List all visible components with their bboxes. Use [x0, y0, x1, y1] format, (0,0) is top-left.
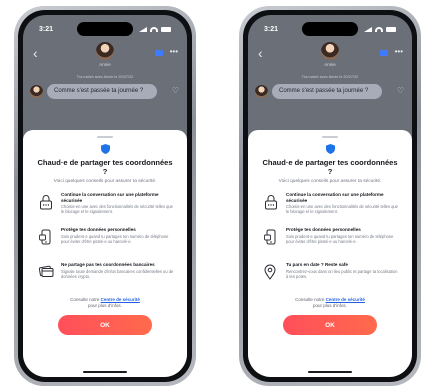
phone-screen: 3:21 ‹ Annie ••• Tra match avec Annie le… — [23, 15, 187, 377]
tip-description: Sois prudent·e quand tu partages ton num… — [286, 233, 394, 244]
wifi-icon — [375, 26, 383, 32]
phone-icon — [264, 229, 278, 250]
sheet-footer: Consulte notre Centre de sécurité pour p… — [35, 297, 175, 309]
phone-bezel: 3:21 ‹ Annie ••• Tra match avec Annie le… — [243, 10, 417, 382]
contact-avatar[interactable] — [321, 42, 339, 60]
sender-avatar — [30, 85, 43, 98]
video-call-icon[interactable] — [380, 50, 388, 56]
wifi-icon — [150, 26, 158, 32]
contact-name: Annie — [99, 62, 111, 67]
footer-suffix: pour plus d'infos. — [88, 303, 122, 308]
more-options-icon[interactable]: ••• — [170, 47, 178, 56]
tip-title: Continue la conversation sur une platefo… — [61, 192, 159, 203]
sheet-footer: Consulte notre Centre de sécurité pour p… — [260, 297, 400, 309]
chat-header: ‹ Annie ••• — [248, 39, 412, 73]
battery-icon — [161, 26, 171, 32]
video-call-icon[interactable] — [155, 50, 163, 56]
tips-list: Continue la conversation sur une platefo… — [260, 192, 400, 290]
sheet-subtitle: Voici quelques conseils pour assurer ta … — [278, 179, 382, 184]
safety-tips-sheet: Chaud·e de partager tes coordonnées ? Vo… — [23, 130, 187, 377]
chat-header: ‹ Annie ••• — [23, 39, 187, 73]
phone-mockup: 3:21 ‹ Annie ••• Tra match avec Annie le… — [239, 6, 421, 386]
sheet-handle[interactable] — [97, 136, 113, 138]
back-chevron-icon[interactable]: ‹ — [258, 45, 263, 61]
phone-bezel: 3:21 ‹ Annie ••• Tra match avec Annie le… — [18, 10, 192, 382]
tip-item: Ne partage pas tes coordonnées bancaires… — [35, 262, 175, 290]
heart-icon[interactable]: ♡ — [172, 86, 179, 95]
lock-chat-icon — [264, 194, 278, 215]
message-row: Comme s'est passée ta journée ? ♡ — [255, 84, 405, 100]
sender-avatar — [255, 85, 268, 98]
shield-icon — [100, 144, 110, 154]
phone-screen: 3:21 ‹ Annie ••• Tra match avec Annie le… — [248, 15, 412, 377]
lock-chat-icon — [39, 194, 53, 215]
footer-prefix: Consulte notre — [295, 297, 325, 302]
safety-center-link[interactable]: Centre de sécurité — [326, 297, 365, 302]
footer-prefix: Consulte notre — [70, 297, 100, 302]
credit-card-icon — [38, 264, 54, 283]
message-row: Comme s'est passée ta journée ? ♡ — [30, 84, 180, 100]
more-options-icon[interactable]: ••• — [395, 47, 403, 56]
sheet-handle[interactable] — [322, 136, 338, 138]
match-info: Tra match avec Annie le 20/07/22 — [76, 75, 134, 79]
match-info: Tra match avec Annie le 20/07/22 — [301, 75, 359, 79]
tip-title: Tu pars en date ? Reste safe — [286, 262, 348, 267]
status-icons — [364, 26, 396, 32]
heart-icon[interactable]: ♡ — [397, 86, 404, 95]
home-indicator — [83, 371, 127, 373]
ok-button[interactable]: OK — [58, 315, 152, 335]
signal-icon — [139, 26, 147, 32]
tips-list: Continue la conversation sur une platefo… — [35, 192, 175, 290]
message-bubble: Comme s'est passée ta journée ? — [47, 84, 157, 99]
battery-icon — [386, 26, 396, 32]
phone-icon — [39, 229, 53, 250]
tip-description: Choisis-en une avec des fonctionnalités … — [286, 204, 398, 215]
tip-title: Continue la conversation sur une platefo… — [286, 192, 384, 203]
tip-description: Choisis-en une avec des fonctionnalités … — [61, 204, 173, 215]
footer-suffix: pour plus d'infos. — [313, 303, 347, 308]
location-pin-icon — [264, 264, 276, 285]
safety-tips-sheet: Chaud·e de partager tes coordonnées ? Vo… — [248, 130, 412, 377]
back-chevron-icon[interactable]: ‹ — [33, 45, 38, 61]
message-bubble: Comme s'est passée ta journée ? — [272, 84, 382, 99]
status-time: 3:21 — [39, 25, 54, 33]
home-indicator — [308, 371, 352, 373]
tip-description: Rencontrez-vous dans un lieu public et p… — [286, 268, 398, 279]
tip-item: Tu pars en date ? Reste safe Rencontrez-… — [260, 262, 400, 290]
tip-item: Continue la conversation sur une platefo… — [35, 192, 175, 220]
tip-title: Ne partage pas tes coordonnées bancaires — [61, 262, 155, 267]
ok-button[interactable]: OK — [283, 315, 377, 335]
tip-item: Protège tes données personnelles Sois pr… — [260, 227, 400, 255]
status-time: 3:21 — [264, 25, 279, 33]
status-icons — [139, 26, 171, 32]
tip-item: Protège tes données personnelles Sois pr… — [35, 227, 175, 255]
phone-mockup: 3:21 ‹ Annie ••• Tra match avec Annie le… — [14, 6, 196, 386]
status-bar: 3:21 — [248, 22, 412, 36]
status-bar: 3:21 — [23, 22, 187, 36]
sheet-subtitle: Voici quelques conseils pour assurer ta … — [53, 179, 157, 184]
sheet-title: Chaud·e de partager tes coordonnées ? — [37, 158, 173, 176]
tip-title: Protège tes données personnelles — [286, 227, 361, 232]
contact-name: Annie — [324, 62, 336, 67]
contact-avatar[interactable] — [96, 42, 114, 60]
tip-description: Signale toute demande d'infos bancaires … — [61, 268, 174, 279]
sheet-title: Chaud·e de partager tes coordonnées ? — [262, 158, 398, 176]
tip-description: Sois prudent·e quand tu partages ton num… — [61, 233, 169, 244]
signal-icon — [364, 26, 372, 32]
tip-item: Continue la conversation sur une platefo… — [260, 192, 400, 220]
shield-icon — [325, 144, 335, 154]
tip-title: Protège tes données personnelles — [61, 227, 136, 232]
safety-center-link[interactable]: Centre de sécurité — [101, 297, 140, 302]
